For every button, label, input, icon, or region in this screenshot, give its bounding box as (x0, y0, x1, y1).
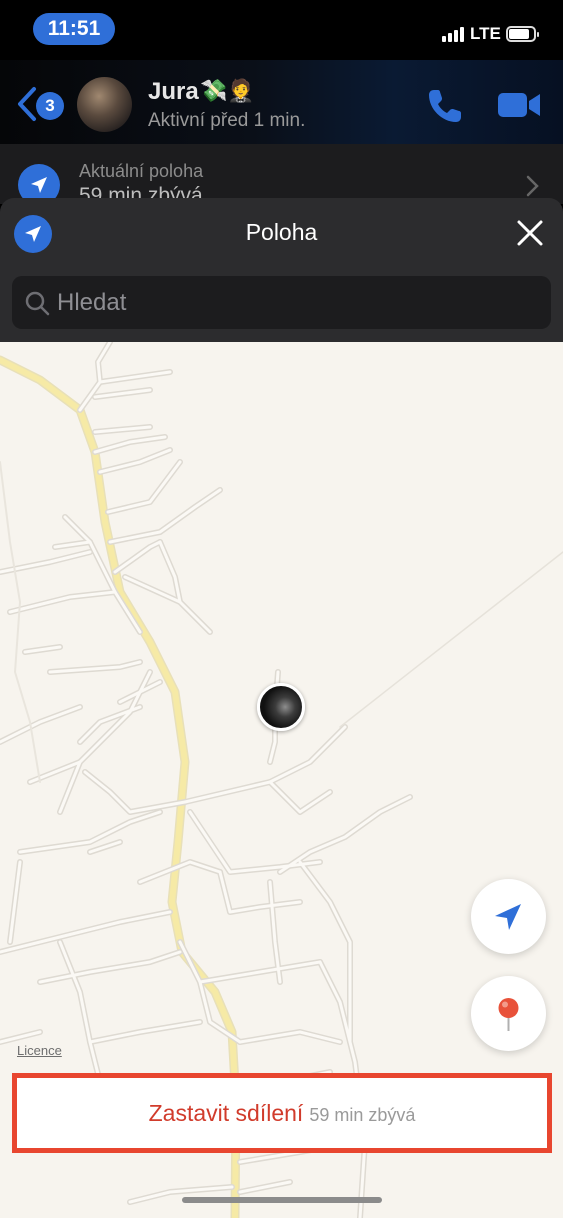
licence-link[interactable]: Licence (17, 1043, 62, 1058)
close-icon[interactable] (512, 215, 548, 251)
battery-icon (506, 26, 539, 42)
live-location-banner[interactable]: Aktuální poloha 59 min zbývá (0, 144, 563, 207)
chevron-right-icon (526, 175, 539, 197)
cellular-signal-icon (442, 26, 464, 42)
drop-pin-button[interactable] (471, 976, 546, 1051)
stop-sharing-remaining: 59 min zbývá (309, 1105, 416, 1125)
status-bar: 11:51 LTE (0, 0, 563, 60)
banner-title: Aktuální poloha (79, 161, 204, 181)
current-location-button[interactable] (471, 879, 546, 954)
search-input[interactable] (57, 276, 537, 329)
video-camera-icon[interactable] (497, 90, 541, 120)
stop-sharing-label: Zastavit sdílení (148, 1100, 304, 1126)
chat-header: 3 Jura 💸🤵 Aktivní před 1 min. (0, 60, 563, 144)
contact-avatar[interactable] (77, 77, 132, 132)
stop-sharing-highlight: Zastavit sdílení 59 min zbývá (12, 1073, 552, 1153)
status-time[interactable]: 11:51 (33, 13, 115, 45)
phone-icon[interactable] (426, 87, 464, 125)
search-bar[interactable] (12, 276, 551, 329)
contact-status: Aktivní před 1 min. (148, 110, 306, 131)
home-indicator[interactable] (182, 1197, 382, 1203)
stop-sharing-button[interactable]: Zastavit sdílení 59 min zbývá (17, 1078, 547, 1148)
sheet-title: Poloha (245, 219, 318, 245)
location-arrow-icon (495, 904, 521, 930)
search-icon (25, 291, 50, 316)
unread-count-badge[interactable]: 3 (36, 92, 64, 120)
contact-name[interactable]: Jura (148, 78, 199, 106)
contact-emoji: 💸🤵 (200, 78, 255, 103)
network-type: LTE (470, 24, 501, 43)
map-pin-icon (498, 998, 519, 1031)
user-location-avatar[interactable] (257, 683, 305, 731)
